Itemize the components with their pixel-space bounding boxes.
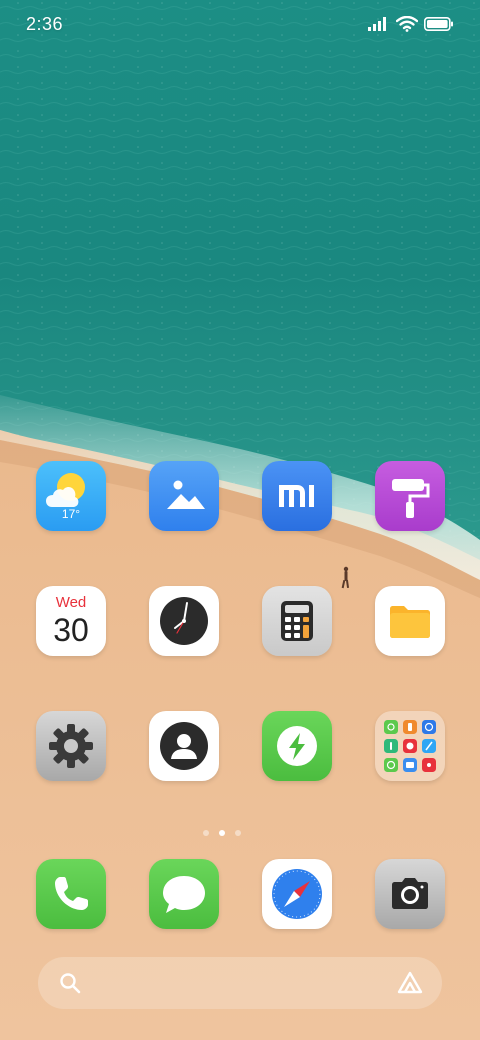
- calendar-app[interactable]: Wed 30: [36, 586, 106, 656]
- gear-icon: [49, 724, 93, 768]
- weather-temperature: 17°: [61, 507, 81, 521]
- gallery-mountain-icon: [167, 480, 205, 509]
- compass-icon: [272, 869, 322, 919]
- clock-icon: [160, 597, 208, 645]
- search-icon[interactable]: [58, 971, 82, 995]
- app-folder[interactable]: [375, 711, 445, 781]
- weather-app[interactable]: 17°: [36, 461, 106, 531]
- calendar-day: Wed: [55, 594, 87, 611]
- camera-app[interactable]: [375, 859, 445, 929]
- home-app-grid: 17° Wed 30: [0, 0, 480, 1040]
- messages-app[interactable]: [149, 859, 219, 929]
- settings-app[interactable]: [36, 711, 106, 781]
- paint-roller-icon: [392, 479, 430, 518]
- phone-app[interactable]: [36, 859, 106, 929]
- assistant-icon[interactable]: [396, 970, 424, 996]
- gallery-app[interactable]: [149, 461, 219, 531]
- file-manager-app[interactable]: [375, 586, 445, 656]
- chat-bubble-icon: [163, 876, 205, 913]
- calculator-app[interactable]: [262, 586, 332, 656]
- search-bar[interactable]: [38, 957, 442, 1009]
- phone-handset-icon: [55, 877, 88, 910]
- folder-icon: [390, 606, 430, 638]
- browser-app[interactable]: [262, 859, 332, 929]
- lightning-bolt-icon: [277, 726, 317, 766]
- calculator-icon: [281, 601, 313, 641]
- clock-app[interactable]: [149, 586, 219, 656]
- page-dot: [235, 830, 241, 836]
- themes-app[interactable]: [375, 461, 445, 531]
- contact-person-icon: [160, 722, 208, 770]
- page-indicator: [0, 830, 480, 840]
- security-app[interactable]: [262, 711, 332, 781]
- folder-grid-icon: [384, 720, 436, 772]
- camera-icon: [392, 878, 428, 909]
- contacts-app[interactable]: [149, 711, 219, 781]
- calendar-date: 30: [53, 612, 89, 648]
- page-dot: [203, 830, 209, 836]
- mi-logo-icon: [279, 485, 314, 507]
- page-dot-active: [219, 830, 225, 836]
- mi-app[interactable]: [262, 461, 332, 531]
